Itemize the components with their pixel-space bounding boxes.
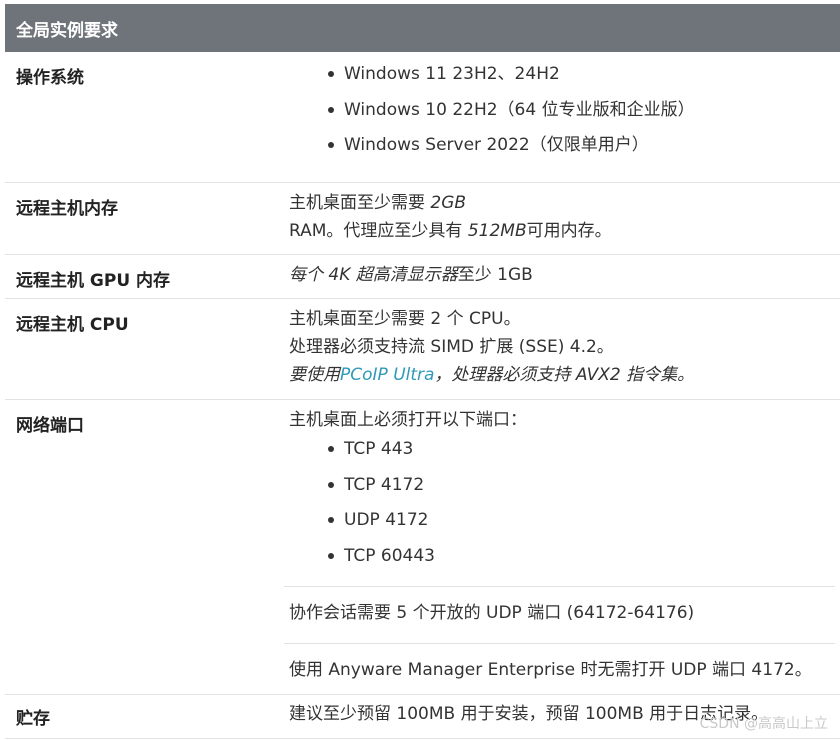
collab-text: 协作会话需要 5 个开放的 UDP 端口 (64172-64176) xyxy=(289,603,695,623)
gpu-text: 每个 4K 超高清显示器至少 1GB xyxy=(289,265,533,285)
network-intro: 主机桌面上必须打开以下端口： xyxy=(289,410,527,430)
list-item: Windows Server 2022（仅限单用户） xyxy=(328,131,695,167)
list-item: Windows 11 23H2、24H2 xyxy=(328,60,695,96)
table-header-title: 全局实例要求 xyxy=(16,20,118,41)
row-label-gpu: 远程主机 GPU 内存 xyxy=(16,271,171,291)
os-list: Windows 11 23H2、24H2 Windows 10 22H2（64 … xyxy=(328,60,695,167)
row-label-network: 网络端口 xyxy=(16,416,84,436)
port-list: TCP 443 TCP 4172 UDP 4172 TCP 60443 xyxy=(328,435,435,578)
row-remote-host-gpu: 远程主机 GPU 内存 每个 4K 超高清显示器至少 1GB xyxy=(5,255,840,299)
list-item: TCP 60443 xyxy=(328,542,435,578)
storage-text: 建议至少预留 100MB 用于安装，预留 100MB 用于日志记录。 xyxy=(289,704,769,724)
list-item: TCP 4172 xyxy=(328,471,435,507)
list-item: UDP 4172 xyxy=(328,506,435,542)
watermark: CSDN @高高山上立 xyxy=(699,716,828,732)
cpu-text: 主机桌面至少需要 2 个 CPU。 处理器必须支持流 SIMD 扩展 (SSE)… xyxy=(289,309,695,385)
awm-text: 使用 Anyware Manager Enterprise 时无需打开 UDP … xyxy=(289,660,812,680)
memory-text: 主机桌面至少需要 2GB RAM。代理应至少具有 512MB可用内存。 xyxy=(289,193,612,241)
list-item: Windows 10 22H2（64 位专业版和企业版） xyxy=(328,96,695,132)
row-remote-host-memory: 远程主机内存 主机桌面至少需要 2GB RAM。代理应至少具有 512MB可用内… xyxy=(5,183,840,255)
row-label-cpu: 远程主机 CPU xyxy=(16,315,129,335)
row-label-storage: 贮存 xyxy=(16,709,50,729)
table-header: 全局实例要求 xyxy=(5,4,840,52)
row-label-memory: 远程主机内存 xyxy=(16,199,118,219)
pcoip-ultra-link[interactable]: PCoIP Ultra xyxy=(340,365,434,385)
row-network-ports: 网络端口 主机桌面上必须打开以下端口： TCP 443 TCP 4172 UDP… xyxy=(5,400,840,695)
sub-divider xyxy=(284,586,835,587)
sub-divider xyxy=(284,643,835,644)
row-operating-system: 操作系统 Windows 11 23H2、24H2 Windows 10 22H… xyxy=(5,52,840,183)
list-item: TCP 443 xyxy=(328,435,435,471)
row-label-os: 操作系统 xyxy=(16,68,84,88)
row-remote-host-cpu: 远程主机 CPU 主机桌面至少需要 2 个 CPU。 处理器必须支持流 SIMD… xyxy=(5,299,840,400)
